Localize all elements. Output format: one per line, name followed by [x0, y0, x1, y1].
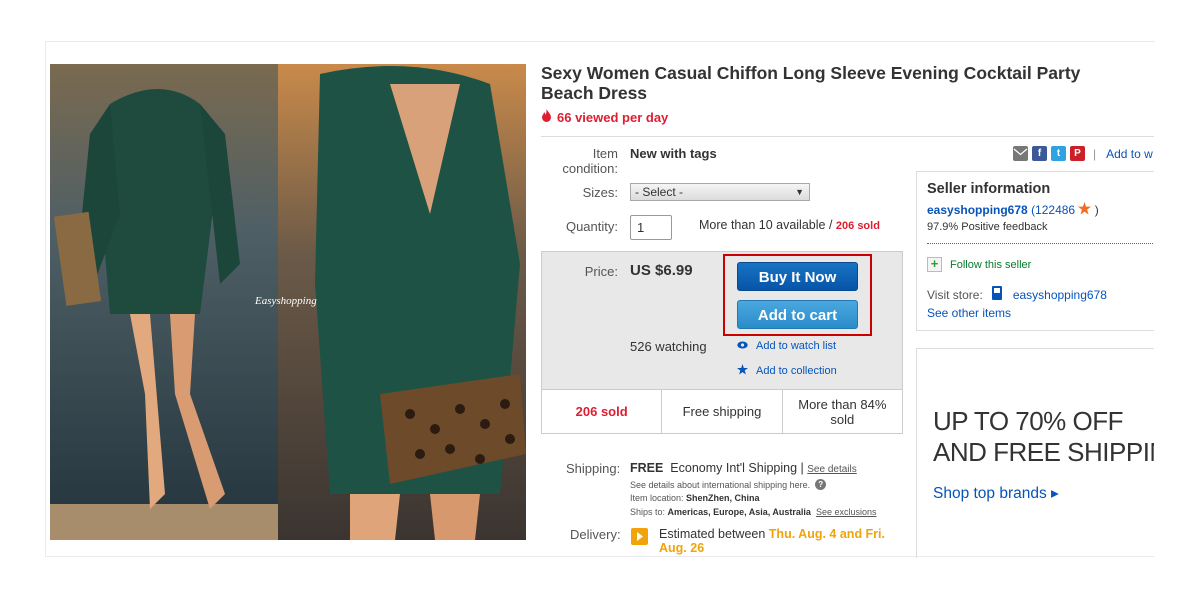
- intl-note: See details about international shipping…: [630, 479, 827, 490]
- stats-bar: 206 sold Free shipping More than 84% sol…: [542, 389, 902, 433]
- share-bar: f t P | Add to w: [1013, 146, 1153, 161]
- share-separator: |: [1093, 146, 1097, 161]
- shipping-free: FREE: [630, 461, 664, 475]
- star-icon: [737, 364, 748, 378]
- stat-free-shipping: Free shipping: [662, 390, 783, 433]
- seller-panel: Seller information easyshopping678 (1224…: [916, 171, 1167, 331]
- delivery-prefix: Estimated between: [659, 527, 766, 541]
- item-location-label: Item location:: [630, 493, 684, 503]
- seller-divider: [927, 243, 1167, 244]
- dropdown-arrow-icon: ▼: [795, 187, 804, 197]
- product-photo[interactable]: Easyshopping: [50, 64, 526, 540]
- price-value: US $6.99: [630, 262, 693, 279]
- seller-name-link[interactable]: easyshopping678: [927, 203, 1028, 217]
- condition-label: Item condition:: [562, 146, 618, 176]
- follow-seller-label: Follow this seller: [950, 258, 1032, 271]
- seller-score-close: ): [1094, 203, 1099, 217]
- store-icon: [991, 285, 1003, 304]
- listing-page: Easyshopping Sexy Women Casual Chiffon L…: [0, 0, 1200, 600]
- delivery-estimate: Estimated between Thu. Aug. 4 and Fri. A…: [659, 527, 899, 555]
- add-to-watch-link[interactable]: Add to watch list: [737, 340, 836, 352]
- ships-to: Ships to: Americas, Europe, Asia, Austra…: [630, 507, 877, 517]
- see-other-items-link[interactable]: See other items: [927, 306, 1011, 320]
- ad-subheadline: AND FREE SHIPPIN: [933, 437, 1168, 467]
- visit-store-label: Visit store:: [927, 287, 983, 302]
- stat-sold: 206 sold: [542, 390, 663, 433]
- follow-seller-link[interactable]: + Follow this seller: [927, 257, 1031, 272]
- seller-star-icon: [1078, 202, 1092, 218]
- sizes-label: Sizes:: [582, 185, 618, 200]
- delivery-label: Delivery:: [570, 527, 621, 542]
- shop-top-brands-link[interactable]: Shop top brands ▸: [933, 484, 1059, 503]
- eye-icon: [737, 340, 748, 352]
- availability-text: More than 10 available /: [699, 218, 833, 232]
- right-mask: [1154, 42, 1200, 600]
- add-to-link[interactable]: Add to w: [1106, 147, 1153, 161]
- seller-score[interactable]: (122486: [1031, 203, 1075, 217]
- condition-value: New with tags: [630, 146, 717, 161]
- sizes-selected: - Select -: [635, 185, 684, 199]
- product-photo-illustration: Easyshopping: [50, 64, 526, 540]
- plus-icon: +: [927, 257, 942, 272]
- shipping-value: FREE Economy Int'l Shipping | See detail…: [630, 461, 857, 475]
- see-exclusions-link[interactable]: See exclusions: [816, 507, 877, 517]
- sizes-select[interactable]: - Select - ▼: [630, 183, 810, 201]
- shipping-method: Economy Int'l Shipping |: [670, 461, 804, 475]
- email-icon[interactable]: [1013, 146, 1028, 161]
- sold-inline: 206 sold: [835, 220, 880, 232]
- delivery-icon: [631, 528, 648, 545]
- item-location-value: ShenZhen, China: [686, 493, 760, 503]
- ships-to-value: Americas, Europe, Asia, Australia: [667, 507, 811, 517]
- visit-store-row: Visit store: easyshopping678: [927, 285, 1107, 304]
- photo-watermark: Easyshopping: [254, 295, 317, 307]
- add-to-collection-label: Add to collection: [756, 365, 837, 377]
- ad-headline: UP TO 70% OFF: [933, 406, 1124, 436]
- flame-icon: [541, 109, 552, 125]
- listing-title: Sexy Women Casual Chiffon Long Sleeve Ev…: [541, 63, 1081, 103]
- add-to-collection-link[interactable]: Add to collection: [737, 364, 837, 378]
- price-label: Price:: [584, 264, 618, 279]
- twitter-icon[interactable]: t: [1051, 146, 1066, 161]
- add-to-cart-button[interactable]: Add to cart: [737, 300, 858, 329]
- quantity-input[interactable]: 1: [630, 215, 672, 240]
- seller-name-row: easyshopping678 (122486 ): [927, 202, 1099, 218]
- watching-count: 526 watching: [630, 339, 707, 354]
- facebook-icon[interactable]: f: [1032, 146, 1047, 161]
- add-to-watch-label: Add to watch list: [756, 340, 837, 352]
- viewed-badge: 66 viewed per day: [541, 109, 668, 125]
- item-location: Item location: ShenZhen, China: [630, 493, 760, 503]
- help-icon[interactable]: ?: [815, 479, 827, 490]
- seller-heading: Seller information: [927, 181, 1051, 197]
- store-link[interactable]: easyshopping678: [1013, 288, 1107, 302]
- stat-percent-sold: More than 84% sold: [798, 396, 887, 427]
- shipping-see-details-link[interactable]: See details: [807, 464, 856, 475]
- pinterest-icon[interactable]: P: [1070, 146, 1085, 161]
- promo-ad[interactable]: UP TO 70% OFF AND FREE SHIPPIN Shop top …: [916, 348, 1168, 558]
- shipping-label: Shipping:: [566, 461, 621, 476]
- availability: More than 10 available / 206 sold: [699, 218, 880, 232]
- quantity-label: Quantity:: [565, 219, 618, 234]
- viewed-text: 66 viewed per day: [557, 109, 669, 125]
- buy-it-now-button[interactable]: Buy It Now: [737, 262, 858, 291]
- divider: [541, 136, 1154, 137]
- ships-to-label: Ships to:: [630, 507, 666, 517]
- intl-note-text: See details about international shipping…: [630, 479, 811, 490]
- seller-feedback: 97.9% Positive feedback: [927, 221, 1048, 233]
